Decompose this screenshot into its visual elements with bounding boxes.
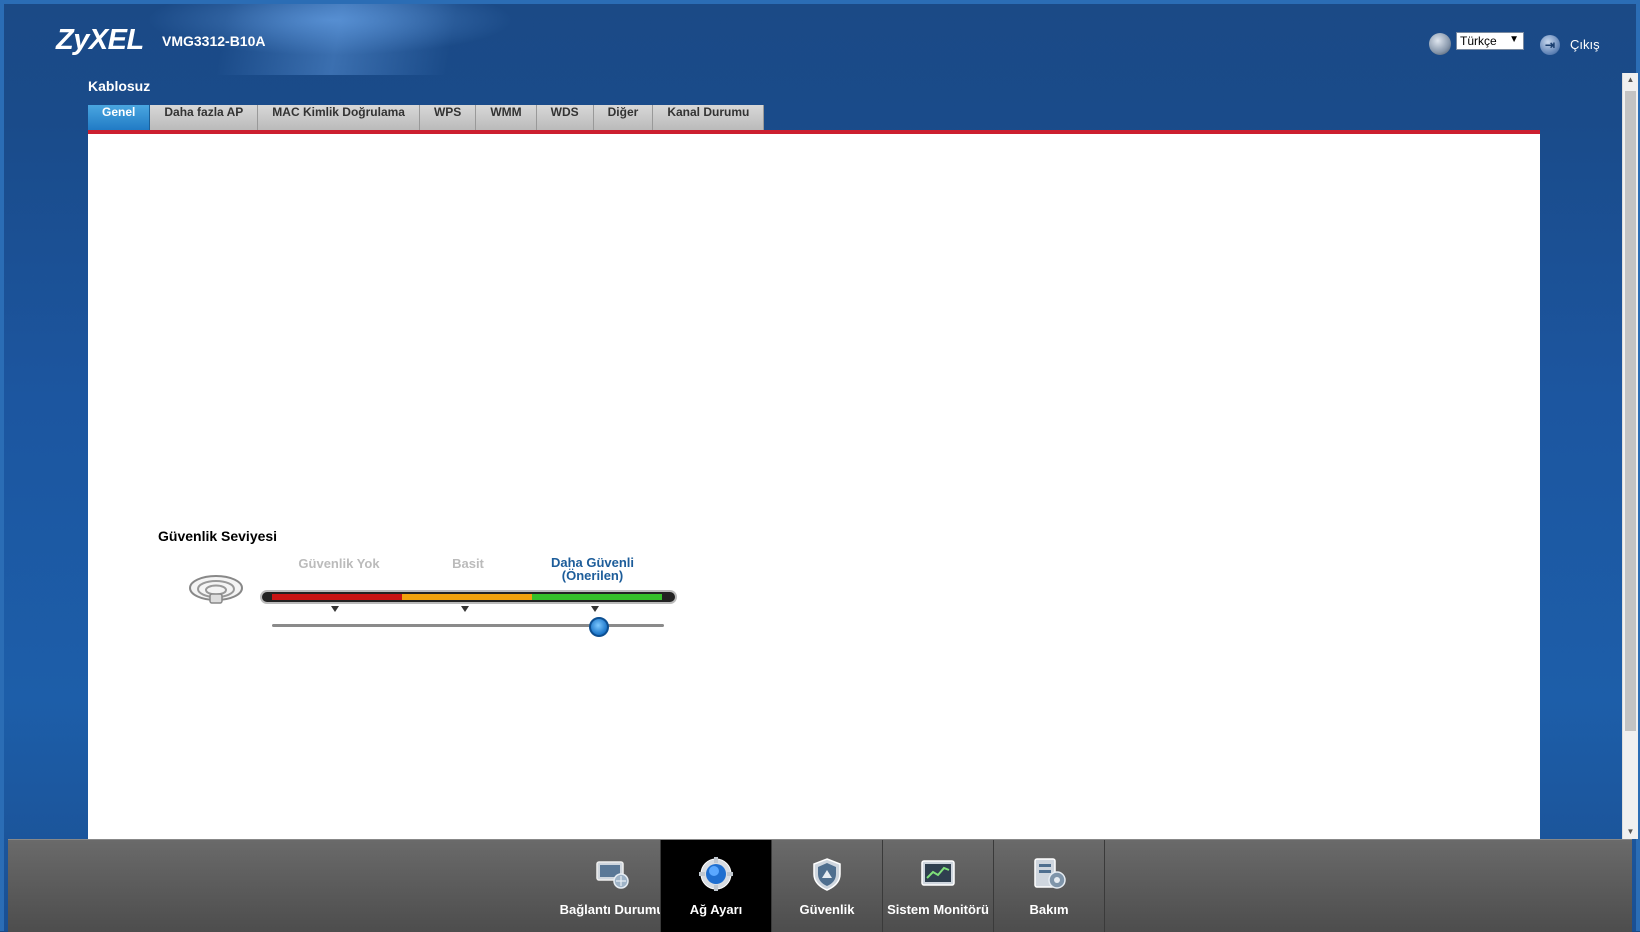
level-segment-yellow (402, 594, 532, 600)
nav-separator (1104, 840, 1105, 932)
security-slider-handle[interactable] (589, 617, 609, 637)
vertical-scrollbar[interactable]: ▲ ▼ (1622, 73, 1638, 839)
zyxel-logo: ZyXEL (56, 24, 144, 56)
tab-wps[interactable]: WPS (419, 105, 477, 131)
language-select[interactable]: Türkçe ▼ (1456, 32, 1524, 50)
nav-label: Sistem Monitörü (887, 902, 989, 917)
nav-label: Ağ Ayarı (689, 902, 743, 917)
logout-link[interactable]: Çıkış (1570, 37, 1600, 52)
level-label-basic: Basit (452, 556, 484, 571)
gear-icon (699, 857, 733, 891)
shield-icon (813, 858, 841, 891)
bottom-navigation: Bağlantı Durumu Ağ Ayarı Güvenlik Sistem… (8, 839, 1632, 932)
monitor-chart-icon (921, 860, 955, 886)
page-title: Kablosuz (88, 78, 151, 94)
model-name: VMG3312-B10A (162, 33, 266, 49)
level-marker-none (331, 606, 339, 612)
nav-label: Güvenlik (799, 902, 855, 917)
logout-icon[interactable]: ⇥ (1540, 35, 1560, 55)
nav-sistem-monitoru[interactable]: Sistem Monitörü (883, 840, 993, 932)
level-label-recommended: (Önerilen) (561, 568, 624, 583)
level-segment-red (272, 594, 402, 600)
level-label-none: Güvenlik Yok (298, 556, 380, 571)
tab-wmm[interactable]: WMM (476, 105, 537, 131)
globe-icon (1429, 33, 1451, 55)
nav-guvenlik[interactable]: Güvenlik (772, 840, 882, 932)
nav-label: Bağlantı Durumu (559, 902, 665, 917)
nav-ag-ayari[interactable]: Ağ Ayarı (661, 840, 771, 932)
nav-bakim[interactable]: Bakım (994, 840, 1104, 932)
connection-status-icon (596, 861, 629, 889)
tab-diger[interactable]: Diğer (593, 105, 654, 131)
language-selected-value: Türkçe (1460, 34, 1497, 48)
dropdown-arrow-icon: ▼ (1509, 34, 1519, 45)
tab-wds[interactable]: WDS (536, 105, 594, 131)
level-label-more-secure: Daha Güvenli (Önerilen) (540, 556, 645, 582)
security-level-bar (260, 590, 677, 604)
wireless-router-icon (189, 575, 243, 604)
tab-daha-fazla-ap[interactable]: Daha fazla AP (150, 105, 259, 131)
nav-baglanti-durumu[interactable]: Bağlantı Durumu (557, 840, 667, 932)
tab-bar: Genel Daha fazla AP MAC Kimlik Doğrulama… (88, 105, 765, 131)
scroll-up-icon[interactable]: ▲ (1623, 73, 1638, 87)
security-level-title: Güvenlik Seviyesi (158, 528, 278, 544)
level-segment-green (532, 594, 662, 600)
scrollbar-thumb[interactable] (1625, 91, 1636, 731)
maintenance-icon (1034, 858, 1066, 889)
nav-label: Bakım (1029, 902, 1069, 917)
tab-kanal-durumu[interactable]: Kanal Durumu (653, 105, 765, 131)
tab-genel[interactable]: Genel (88, 105, 151, 131)
content-panel (88, 134, 1540, 839)
level-marker-more-secure (591, 606, 599, 612)
level-marker-basic (461, 606, 469, 612)
tab-mac-kimlik-dogrulama[interactable]: MAC Kimlik Doğrulama (258, 105, 420, 131)
scroll-down-icon[interactable]: ▼ (1623, 825, 1638, 839)
